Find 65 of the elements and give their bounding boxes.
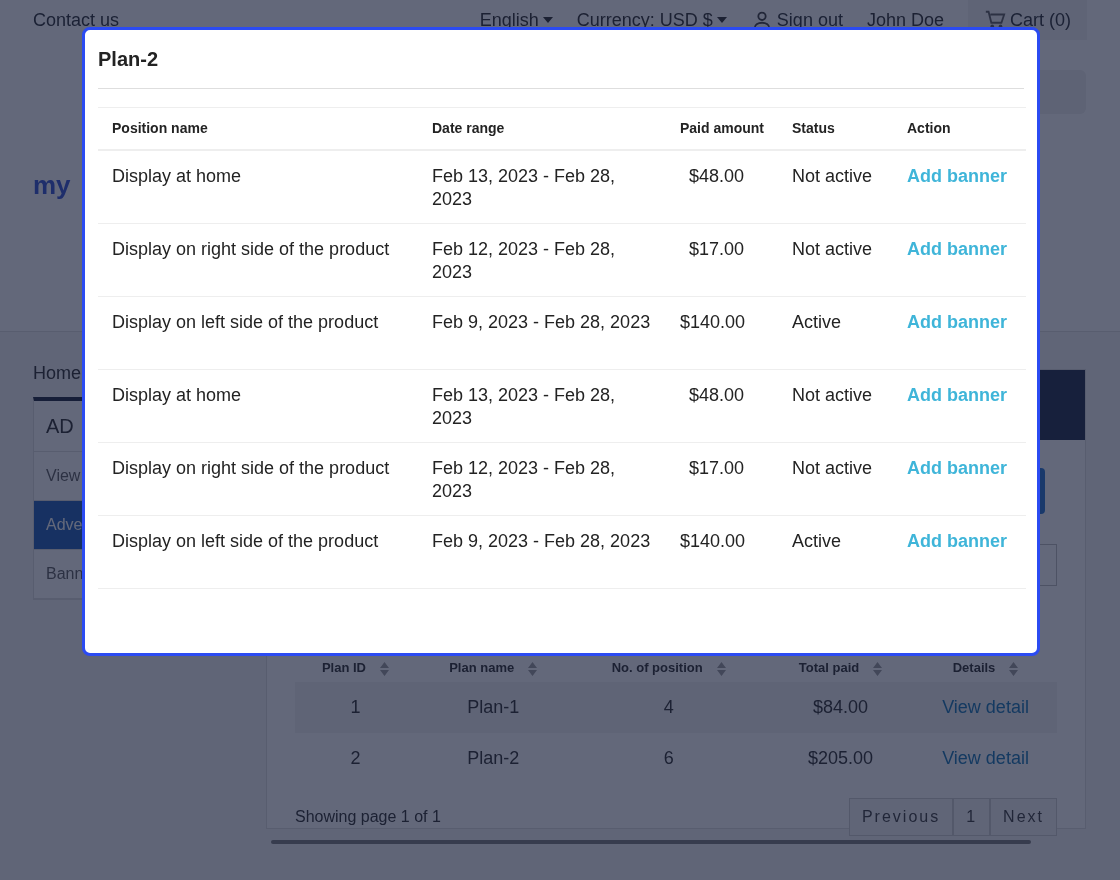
contact-link[interactable]: Contact us: [33, 6, 120, 34]
pagination-button[interactable]: Previous: [848, 797, 954, 836]
table-cell: $140.00: [680, 531, 746, 551]
table-cell: Not active: [792, 458, 873, 478]
table-cell: $84.00: [812, 696, 868, 717]
table-cell: $48.00: [688, 166, 744, 186]
column-header[interactable]: Details: [952, 660, 996, 675]
table-cell: Feb 9, 2023 - Feb 28, 2023: [432, 312, 651, 332]
table-cell: Active: [792, 531, 842, 551]
table-cell: $17.00: [688, 239, 744, 259]
table-cell: $140.00: [680, 312, 746, 332]
scrollbar[interactable]: [271, 839, 1031, 844]
table-cell: Display at home: [112, 166, 242, 186]
table-cell: Feb 9, 2023 - Feb 28, 2023: [432, 531, 651, 551]
add-banner-link[interactable]: Add banner: [907, 312, 1007, 332]
column-header[interactable]: Plan name: [449, 660, 515, 675]
pagination-button[interactable]: Next: [990, 797, 1057, 836]
table-cell: $205.00: [807, 747, 873, 768]
user-name: John Doe: [866, 8, 944, 32]
table-cell: Feb 13, 2023 - Feb 28, 2023: [432, 385, 616, 428]
pagination-button[interactable]: 1: [953, 797, 991, 836]
table-cell: Feb 12, 2023 - Feb 28, 2023: [432, 239, 616, 282]
add-banner-link[interactable]: Add banner: [907, 239, 1007, 259]
column-header: Action: [907, 120, 951, 136]
table-cell: Display on left side of the product: [112, 531, 379, 551]
table-cell: $48.00: [688, 385, 744, 405]
column-header: Position name: [112, 120, 208, 136]
column-header[interactable]: Total paid: [798, 660, 860, 675]
modal-title: Plan-2: [98, 47, 160, 72]
add-banner-link[interactable]: Add banner: [907, 531, 1007, 551]
table-cell: $17.00: [688, 458, 744, 478]
table-cell: 4: [663, 696, 674, 717]
sort-icon[interactable]: [716, 661, 726, 676]
table-cell: Plan-2: [467, 747, 520, 768]
column-header[interactable]: No. of position: [611, 660, 703, 675]
table-cell: Active: [792, 312, 842, 332]
column-header: Paid amount: [680, 120, 764, 136]
table-cell: Plan-1: [467, 696, 520, 717]
table-cell: 2: [350, 747, 361, 768]
sort-icon[interactable]: [379, 661, 389, 676]
view-detail-link[interactable]: View detail: [942, 747, 1029, 768]
add-banner-link[interactable]: Add banner: [907, 166, 1007, 186]
sort-icon[interactable]: [528, 661, 538, 676]
table-cell: Not active: [792, 166, 873, 186]
table-cell: 1: [350, 696, 361, 717]
sort-icon[interactable]: [873, 661, 883, 676]
caret-icon: [716, 17, 727, 23]
table-cell: Feb 12, 2023 - Feb 28, 2023: [432, 458, 616, 501]
table-cell: Display on left side of the product: [112, 312, 379, 332]
view-detail-link[interactable]: View detail: [942, 696, 1029, 717]
table-cell: 6: [663, 747, 674, 768]
logo[interactable]: my: [33, 166, 71, 205]
table-cell: Not active: [792, 239, 873, 259]
page-info: Showing page 1 of 1: [295, 806, 441, 827]
column-header: Date range: [432, 120, 505, 136]
column-header: Status: [792, 120, 835, 136]
sort-icon[interactable]: [1009, 661, 1019, 676]
table-cell: Display on right side of the product: [112, 239, 390, 259]
add-banner-link[interactable]: Add banner: [907, 385, 1007, 405]
table-cell: Display on right side of the product: [112, 458, 390, 478]
column-header[interactable]: Plan ID: [321, 660, 366, 675]
table-cell: Feb 13, 2023 - Feb 28, 2023: [432, 166, 616, 209]
add-banner-link[interactable]: Add banner: [907, 458, 1007, 478]
caret-icon: [542, 17, 553, 23]
table-cell: Not active: [792, 385, 873, 405]
